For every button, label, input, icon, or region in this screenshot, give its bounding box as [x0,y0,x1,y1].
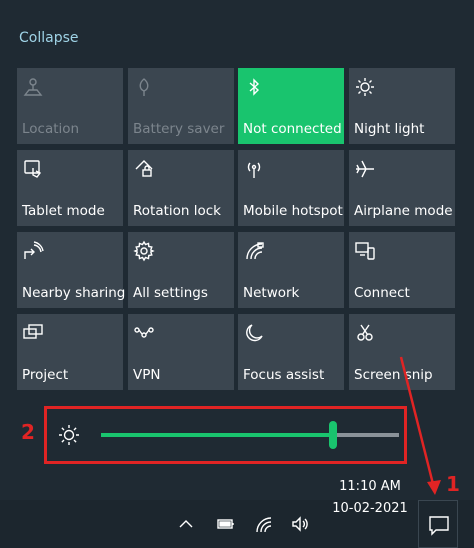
tile-label: Not connected [243,121,342,137]
brightness-slider-thumb[interactable] [329,421,338,449]
tile-network[interactable]: Network [238,232,344,308]
tile-label: All settings [133,285,208,301]
tile-label: Focus assist [243,367,325,383]
battery-saver-icon [133,76,155,98]
taskbar-clock[interactable]: 11:10 AM 10-02-2021 [322,476,418,520]
tile-label: Airplane mode [354,203,453,219]
tile-rotation-lock[interactable]: Rotation lock [128,150,234,226]
gear-icon [133,240,155,262]
volume-icon[interactable] [290,514,310,534]
tile-label: Tablet mode [22,203,105,219]
connect-icon [354,240,376,262]
vpn-icon [133,322,155,344]
tile-screen-snip[interactable]: Screen snip [349,314,455,390]
moon-icon [243,322,265,344]
nearby-sharing-icon [22,240,44,262]
night-light-icon [354,76,376,98]
tablet-mode-icon [22,158,44,180]
tile-battery-saver[interactable]: Battery saver [128,68,234,144]
brightness-control [44,406,407,464]
annotation-label-1: 1 [446,472,460,496]
tile-label: Screen snip [354,367,433,383]
tile-label: Night light [354,121,425,137]
tile-focus-assist[interactable]: Focus assist [238,314,344,390]
tile-label: Rotation lock [133,203,222,219]
tile-label: Project [22,367,69,383]
tile-label: Location [22,121,80,137]
screen-snip-icon [354,322,376,344]
wifi-icon[interactable] [254,514,274,534]
battery-icon[interactable] [216,514,236,534]
tile-label: Connect [354,285,410,301]
brightness-sun-icon [57,423,81,447]
tile-label: Network [243,285,300,301]
action-center-panel: Collapse Location Battery saver Not conn… [0,0,474,500]
tile-location[interactable]: Location [17,68,123,144]
tile-night-light[interactable]: Night light [349,68,455,144]
tile-airplane-mode[interactable]: Airplane mode [349,150,455,226]
tile-label: VPN [133,367,161,383]
annotation-label-2: 2 [21,420,35,444]
tile-connect[interactable]: Connect [349,232,455,308]
tile-nearby-sharing[interactable]: Nearby sharing [17,232,126,308]
clock-time: 11:10 AM [339,479,401,494]
network-icon [243,240,265,262]
bluetooth-icon [243,76,265,98]
tile-project[interactable]: Project [17,314,123,390]
mobile-hotspot-icon [243,158,265,180]
location-icon [22,76,44,98]
tile-label: Mobile hotspot [243,203,343,219]
brightness-slider[interactable] [101,421,399,449]
project-icon [22,322,44,344]
rotation-lock-icon [133,158,155,180]
collapse-link[interactable]: Collapse [19,30,79,46]
tile-vpn[interactable]: VPN [128,314,234,390]
tile-all-settings[interactable]: All settings [128,232,234,308]
tile-mobile-hotspot[interactable]: Mobile hotspot [238,150,344,226]
chevron-up-icon[interactable] [176,514,196,534]
tile-tablet-mode[interactable]: Tablet mode [17,150,123,226]
action-center-button[interactable] [418,500,458,548]
tile-label: Nearby sharing [22,285,126,301]
clock-date: 10-02-2021 [332,501,408,516]
brightness-slider-fill [101,433,334,437]
action-center-icon [429,516,449,536]
airplane-icon [354,158,376,180]
tile-label: Battery saver [133,121,225,137]
tile-bluetooth[interactable]: Not connected [238,68,344,144]
